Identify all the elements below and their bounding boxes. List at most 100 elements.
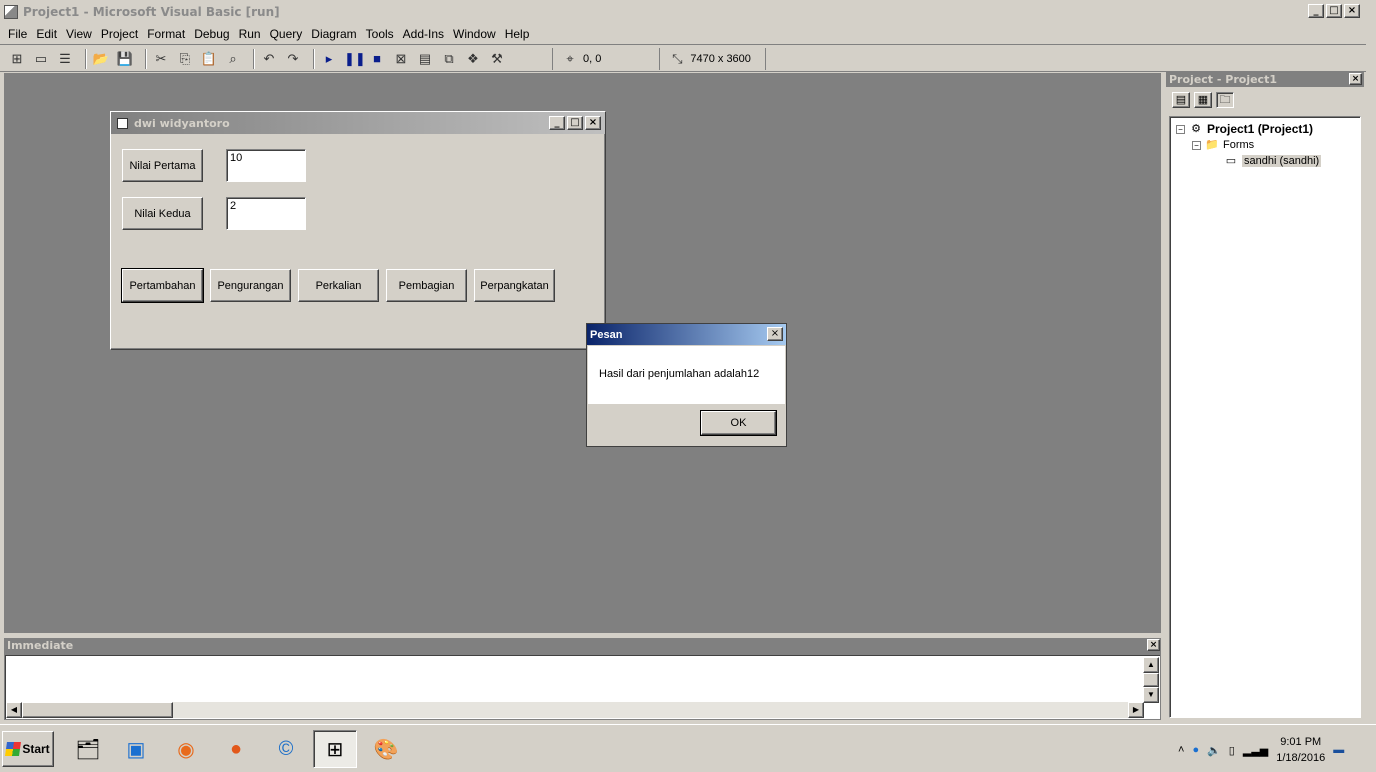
project-explorer-panel: Project - Project1 × ▤ ▦ 🗀 − ⚙ Project1 … — [1166, 72, 1364, 720]
message-text: Hasil dari penjumlahan adalah12 — [588, 346, 785, 404]
menu-edit[interactable]: Edit — [36, 27, 57, 41]
message-box: Pesan × Hasil dari penjumlahan adalah12 … — [586, 323, 787, 447]
undo-icon[interactable]: ↶ — [260, 50, 278, 68]
show-desktop-icon[interactable]: ▬ — [1333, 744, 1344, 756]
volume-icon[interactable]: 🔈 — [1207, 744, 1221, 757]
menu-debug[interactable]: Debug — [194, 27, 229, 41]
scroll-down-icon[interactable]: ▼ — [1143, 687, 1159, 703]
view-code-icon[interactable]: ▤ — [1172, 92, 1190, 108]
scroll-up-icon[interactable]: ▲ — [1143, 657, 1159, 673]
menu-diagram[interactable]: Diagram — [311, 27, 356, 41]
form-icon — [117, 117, 128, 129]
project-explorer-close-button[interactable]: × — [1349, 73, 1362, 85]
close-button[interactable]: × — [1344, 4, 1360, 18]
maximize-button[interactable]: □ — [1326, 4, 1342, 18]
paste-icon[interactable]: 📋 — [200, 50, 218, 68]
scroll-right-icon[interactable]: ▶ — [1128, 702, 1144, 718]
message-box-close-button[interactable]: × — [767, 327, 783, 341]
open-project-icon[interactable]: 📂 — [92, 50, 110, 68]
ok-button[interactable]: OK — [700, 410, 777, 436]
save-project-icon[interactable]: 💾 — [116, 50, 134, 68]
start-icon[interactable]: ▸ — [320, 50, 338, 68]
break-icon[interactable]: ❚❚ — [344, 50, 366, 68]
form-close-button[interactable]: × — [585, 116, 601, 130]
nilai-kedua-input[interactable]: 2 — [226, 197, 306, 230]
immediate-window: Immediate × ▲ ▼ ◀ ▶ — [4, 638, 1161, 720]
vb-app-icon — [4, 5, 18, 19]
tree-project-node[interactable]: − ⚙ Project1 (Project1) — [1176, 121, 1360, 137]
nilai-kedua-button[interactable]: Nilai Kedua — [122, 197, 203, 230]
visual-basic-task-icon[interactable]: ⊞ — [313, 730, 357, 768]
network-app-icon[interactable]: ● — [1192, 744, 1199, 756]
immediate-input[interactable]: ▲ ▼ ◀ ▶ — [4, 654, 1161, 720]
perpangkatan-button[interactable]: Perpangkatan — [474, 269, 555, 302]
scroll-left-icon[interactable]: ◀ — [6, 702, 22, 718]
form-window: dwi widyantoro _ □ × Nilai Pertama 10 Ni… — [110, 111, 606, 350]
project-tree: − ⚙ Project1 (Project1) − 📁 Forms ▭ sand… — [1169, 116, 1361, 718]
show-hidden-icons[interactable]: ˄ — [1178, 744, 1184, 756]
immediate-close-button[interactable]: × — [1147, 639, 1160, 651]
end-icon[interactable]: ■ — [368, 50, 386, 68]
menu-editor-icon[interactable]: ☰ — [56, 50, 74, 68]
add-project-icon[interactable]: ⊞ — [8, 50, 26, 68]
form-layout-icon[interactable]: ⧉ — [440, 50, 458, 68]
form-maximize-button[interactable]: □ — [567, 116, 583, 130]
tree-form-item[interactable]: ▭ sandhi (sandhi) — [1176, 153, 1360, 169]
hscroll-thumb[interactable] — [22, 702, 173, 718]
folder-icon: 📁 — [1205, 139, 1219, 151]
object-browser-icon[interactable]: ❖ — [464, 50, 482, 68]
collapse-icon[interactable]: − — [1192, 140, 1201, 150]
menu-query[interactable]: Query — [270, 27, 303, 41]
pembagian-button[interactable]: Pembagian — [386, 269, 467, 302]
collapse-icon[interactable]: − — [1176, 124, 1185, 134]
immediate-title: Immediate × — [4, 638, 1161, 654]
menu-window[interactable]: Window — [453, 27, 496, 41]
menu-add-ins[interactable]: Add-Ins — [403, 27, 444, 41]
view-object-icon[interactable]: ▦ — [1194, 92, 1212, 108]
toolbox-icon[interactable]: ⚒ — [488, 50, 506, 68]
paint-icon[interactable]: 🎨 — [364, 730, 408, 768]
taskbar: Start 🗂 ▣ ◉ ● © ⊞ 🎨 ˄ ● 🔈 ▯ ▂▃▅ 9:01 PM … — [0, 724, 1376, 772]
horizontal-scrollbar[interactable]: ◀ ▶ — [6, 702, 1144, 718]
project-icon: ⚙ — [1191, 123, 1201, 135]
menu-bar: File Edit View Project Format Debug Run … — [0, 24, 1366, 45]
cut-icon[interactable]: ✂ — [152, 50, 170, 68]
ccleaner-icon[interactable]: © — [264, 730, 308, 768]
menu-help[interactable]: Help — [505, 27, 530, 41]
menu-tools[interactable]: Tools — [366, 27, 394, 41]
add-form-icon[interactable]: ▭ — [32, 50, 50, 68]
clock[interactable]: 9:01 PM 1/18/2016 — [1276, 734, 1325, 766]
media-player-icon[interactable]: ▣ — [114, 730, 158, 768]
pertambahan-button[interactable]: Pertambahan — [121, 268, 204, 303]
form-minimize-button[interactable]: _ — [549, 116, 565, 130]
nilai-pertama-button[interactable]: Nilai Pertama — [122, 149, 203, 182]
uc-browser-icon[interactable]: ◉ — [164, 730, 208, 768]
menu-file[interactable]: File — [8, 27, 27, 41]
toggle-folders-icon[interactable]: 🗀 — [1216, 92, 1234, 108]
file-explorer-icon[interactable]: 🗂 — [66, 730, 110, 768]
firefox-icon[interactable]: ● — [214, 730, 258, 768]
window-title: Project1 - Microsoft Visual Basic [run] — [23, 5, 280, 19]
start-button[interactable]: Start — [2, 731, 54, 767]
perkalian-button[interactable]: Perkalian — [298, 269, 379, 302]
menu-format[interactable]: Format — [147, 27, 185, 41]
redo-icon[interactable]: ↷ — [284, 50, 302, 68]
tree-forms-node[interactable]: − 📁 Forms — [1176, 137, 1360, 153]
copy-icon[interactable]: ⎘ — [176, 50, 194, 68]
signal-icon[interactable]: ▂▃▅ — [1243, 744, 1268, 757]
size-icon: ⤡ — [672, 50, 683, 66]
message-box-title: Pesan — [587, 324, 786, 345]
scroll-thumb[interactable] — [1143, 673, 1159, 687]
menu-run[interactable]: Run — [239, 27, 261, 41]
project-explorer-icon[interactable]: ⊠ — [392, 50, 410, 68]
power-icon[interactable]: ▯ — [1229, 744, 1235, 757]
minimize-button[interactable]: _ — [1308, 4, 1324, 18]
menu-project[interactable]: Project — [101, 27, 138, 41]
main-title-bar: Project1 - Microsoft Visual Basic [run] … — [0, 0, 1366, 24]
vertical-scrollbar[interactable]: ▲ ▼ — [1143, 657, 1159, 703]
menu-view[interactable]: View — [66, 27, 92, 41]
nilai-pertama-input[interactable]: 10 — [226, 149, 306, 182]
pengurangan-button[interactable]: Pengurangan — [210, 269, 291, 302]
properties-window-icon[interactable]: ▤ — [416, 50, 434, 68]
find-icon[interactable]: ⌕ — [224, 50, 242, 68]
